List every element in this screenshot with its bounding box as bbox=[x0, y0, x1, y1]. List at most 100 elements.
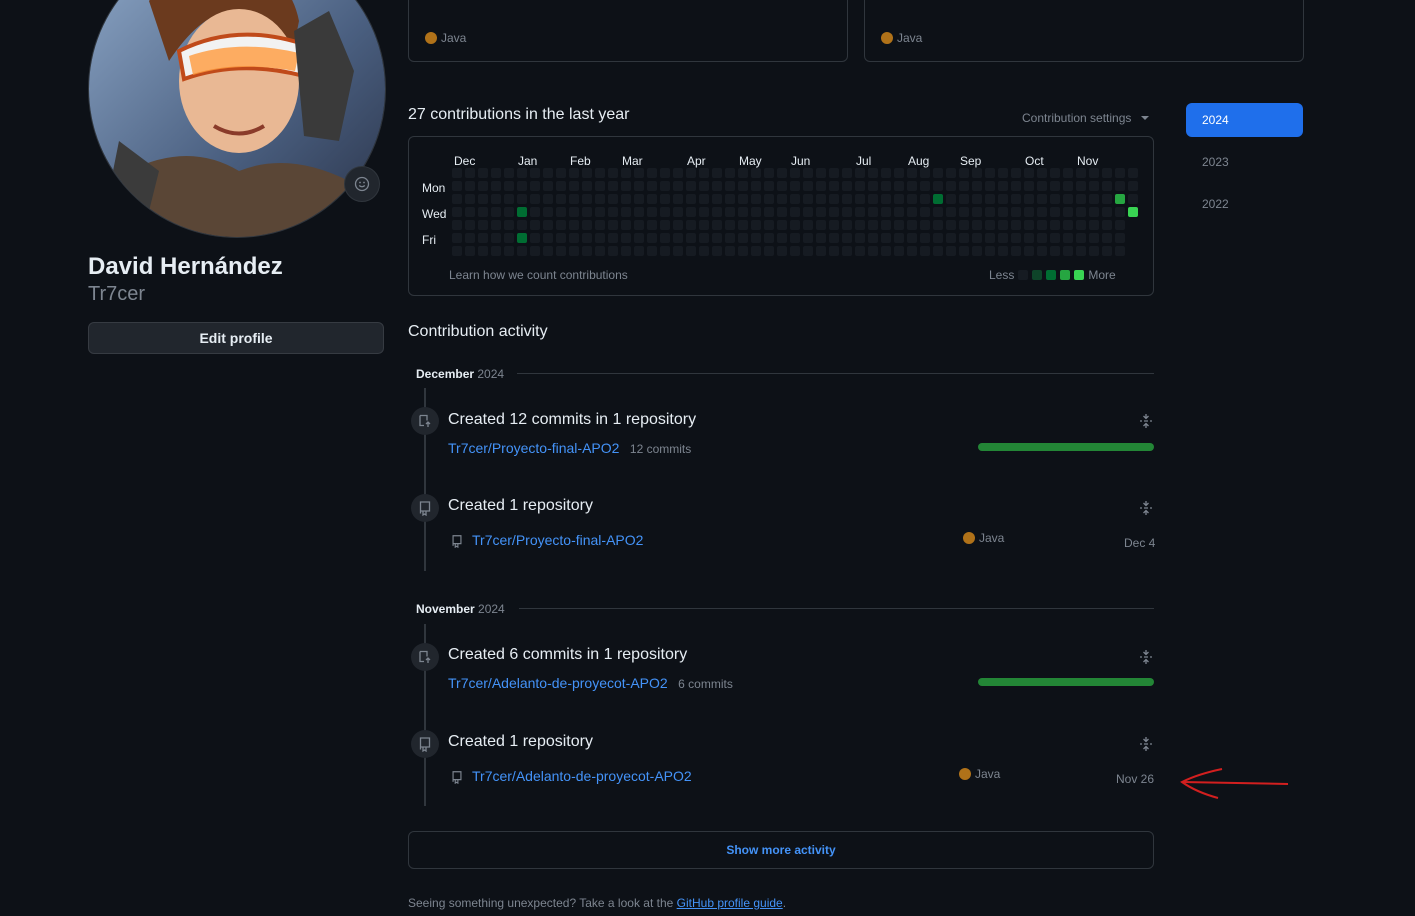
repo-link[interactable]: Tr7cer/Proyecto-final-APO2 bbox=[448, 440, 619, 456]
contribution-day-cell[interactable] bbox=[1011, 207, 1021, 217]
contribution-day-cell[interactable] bbox=[634, 246, 644, 256]
contribution-day-cell[interactable] bbox=[894, 207, 904, 217]
contribution-day-cell[interactable] bbox=[959, 233, 969, 243]
contribution-day-cell[interactable] bbox=[933, 233, 943, 243]
contribution-day-cell[interactable] bbox=[894, 181, 904, 191]
contribution-day-cell[interactable] bbox=[1024, 207, 1034, 217]
contribution-day-cell[interactable] bbox=[842, 233, 852, 243]
contribution-day-cell[interactable] bbox=[465, 220, 475, 230]
contribution-day-cell[interactable] bbox=[686, 194, 696, 204]
contribution-day-cell[interactable] bbox=[621, 246, 631, 256]
contribution-day-cell[interactable] bbox=[478, 246, 488, 256]
contribution-day-cell[interactable] bbox=[842, 246, 852, 256]
edit-profile-button[interactable]: Edit profile bbox=[88, 322, 384, 354]
contribution-day-cell[interactable] bbox=[920, 207, 930, 217]
contribution-day-cell[interactable] bbox=[543, 233, 553, 243]
contribution-day-cell[interactable] bbox=[881, 181, 891, 191]
contribution-day-cell[interactable] bbox=[764, 168, 774, 178]
contribution-day-cell[interactable] bbox=[920, 220, 930, 230]
contribution-day-cell[interactable] bbox=[959, 168, 969, 178]
contribution-day-cell[interactable] bbox=[725, 233, 735, 243]
contribution-day-cell[interactable] bbox=[517, 168, 527, 178]
contribution-day-cell[interactable] bbox=[634, 168, 644, 178]
contribution-day-cell[interactable] bbox=[855, 233, 865, 243]
contribution-day-cell[interactable] bbox=[803, 194, 813, 204]
contribution-day-cell[interactable] bbox=[933, 181, 943, 191]
contribution-day-cell[interactable] bbox=[842, 168, 852, 178]
contribution-day-cell[interactable] bbox=[712, 246, 722, 256]
contribution-day-cell[interactable] bbox=[621, 233, 631, 243]
contribution-day-cell[interactable] bbox=[452, 168, 462, 178]
contribution-day-cell[interactable] bbox=[959, 207, 969, 217]
contribution-day-cell[interactable] bbox=[842, 207, 852, 217]
contribution-day-cell[interactable] bbox=[738, 233, 748, 243]
contribution-day-cell[interactable] bbox=[803, 168, 813, 178]
contribution-day-cell[interactable] bbox=[868, 207, 878, 217]
contribution-day-cell[interactable] bbox=[894, 194, 904, 204]
contribution-day-cell[interactable] bbox=[920, 233, 930, 243]
contribution-day-cell[interactable] bbox=[1050, 220, 1060, 230]
contribution-day-cell[interactable] bbox=[751, 233, 761, 243]
contribution-day-cell[interactable] bbox=[1076, 246, 1086, 256]
contribution-day-cell[interactable] bbox=[1089, 233, 1099, 243]
contribution-day-cell[interactable] bbox=[829, 181, 839, 191]
contribution-day-cell[interactable] bbox=[660, 194, 670, 204]
contribution-day-cell[interactable] bbox=[1063, 233, 1073, 243]
contribution-day-cell[interactable] bbox=[517, 233, 527, 243]
contribution-day-cell[interactable] bbox=[1063, 207, 1073, 217]
contribution-day-cell[interactable] bbox=[725, 168, 735, 178]
fold-icon[interactable] bbox=[1138, 649, 1154, 665]
contribution-day-cell[interactable] bbox=[725, 220, 735, 230]
contribution-day-cell[interactable] bbox=[777, 168, 787, 178]
contribution-day-cell[interactable] bbox=[1024, 233, 1034, 243]
contribution-day-cell[interactable] bbox=[751, 220, 761, 230]
contribution-day-cell[interactable] bbox=[1102, 220, 1112, 230]
contribution-day-cell[interactable] bbox=[751, 194, 761, 204]
contribution-day-cell[interactable] bbox=[868, 220, 878, 230]
contribution-day-cell[interactable] bbox=[478, 194, 488, 204]
contribution-day-cell[interactable] bbox=[595, 220, 605, 230]
contribution-day-cell[interactable] bbox=[621, 207, 631, 217]
contribution-day-cell[interactable] bbox=[452, 220, 462, 230]
contribution-day-cell[interactable] bbox=[712, 207, 722, 217]
contribution-day-cell[interactable] bbox=[1011, 181, 1021, 191]
contribution-day-cell[interactable] bbox=[816, 207, 826, 217]
contribution-day-cell[interactable] bbox=[582, 207, 592, 217]
contribution-day-cell[interactable] bbox=[738, 181, 748, 191]
contribution-day-cell[interactable] bbox=[647, 207, 657, 217]
contribution-day-cell[interactable] bbox=[647, 181, 657, 191]
contribution-day-cell[interactable] bbox=[829, 168, 839, 178]
contribution-day-cell[interactable] bbox=[998, 168, 1008, 178]
contribution-day-cell[interactable] bbox=[517, 246, 527, 256]
contribution-day-cell[interactable] bbox=[673, 233, 683, 243]
contribution-day-cell[interactable] bbox=[465, 181, 475, 191]
contribution-day-cell[interactable] bbox=[530, 207, 540, 217]
contribution-day-cell[interactable] bbox=[1037, 233, 1047, 243]
contribution-day-cell[interactable] bbox=[907, 233, 917, 243]
contribution-day-cell[interactable] bbox=[829, 207, 839, 217]
contribution-day-cell[interactable] bbox=[1024, 194, 1034, 204]
contribution-day-cell[interactable] bbox=[699, 194, 709, 204]
contribution-day-cell[interactable] bbox=[530, 246, 540, 256]
contribution-day-cell[interactable] bbox=[816, 168, 826, 178]
contribution-day-cell[interactable] bbox=[790, 194, 800, 204]
contribution-day-cell[interactable] bbox=[894, 168, 904, 178]
contribution-day-cell[interactable] bbox=[946, 194, 956, 204]
contribution-day-cell[interactable] bbox=[582, 220, 592, 230]
contribution-day-cell[interactable] bbox=[998, 207, 1008, 217]
contribution-day-cell[interactable] bbox=[543, 168, 553, 178]
contribution-day-cell[interactable] bbox=[1037, 220, 1047, 230]
pinned-repo-card[interactable]: Java bbox=[408, 0, 848, 62]
contribution-day-cell[interactable] bbox=[816, 233, 826, 243]
contribution-day-cell[interactable] bbox=[1011, 220, 1021, 230]
contribution-day-cell[interactable] bbox=[478, 168, 488, 178]
set-status-button[interactable] bbox=[344, 166, 380, 202]
contribution-day-cell[interactable] bbox=[504, 233, 514, 243]
contribution-day-cell[interactable] bbox=[621, 194, 631, 204]
contribution-day-cell[interactable] bbox=[803, 246, 813, 256]
year-2023[interactable]: 2023 bbox=[1186, 145, 1303, 179]
contribution-day-cell[interactable] bbox=[764, 233, 774, 243]
contribution-day-cell[interactable] bbox=[491, 220, 501, 230]
contribution-day-cell[interactable] bbox=[790, 246, 800, 256]
contribution-day-cell[interactable] bbox=[738, 194, 748, 204]
